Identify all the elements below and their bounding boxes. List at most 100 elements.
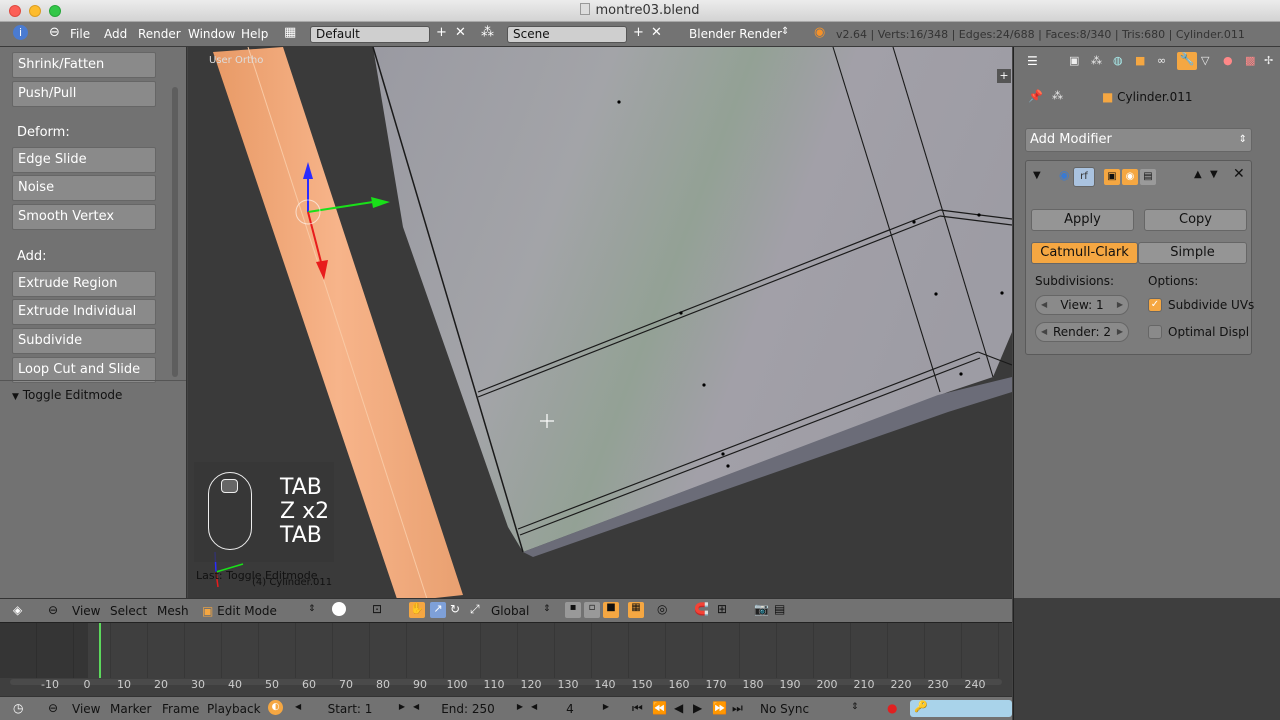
catmull-clark-button[interactable]: Catmull-Clark (1031, 242, 1138, 264)
copy-button[interactable]: Copy (1144, 209, 1247, 231)
keying-set-icon[interactable]: 🔑 (910, 700, 1012, 717)
menu-select[interactable]: Select (110, 604, 147, 618)
menu-playback[interactable]: Playback (207, 702, 261, 716)
orientation-select[interactable]: Global (491, 604, 529, 618)
tool-shelf-scrollbar[interactable] (172, 87, 178, 377)
record-icon[interactable]: ● (887, 701, 897, 715)
constraints-tab-icon[interactable]: ∞ (1157, 54, 1171, 68)
menu-marker[interactable]: Marker (110, 702, 151, 716)
snap-element-icon[interactable]: ⊞ (717, 602, 727, 616)
physics-tab-icon[interactable]: ✢ (1264, 54, 1278, 68)
screenshot-icon[interactable]: ▤ (774, 602, 785, 616)
scene-icon[interactable]: ⁂ (481, 25, 494, 40)
play-icon[interactable]: ▶ (693, 701, 702, 715)
screen-layout-icon[interactable]: ▦ (284, 25, 296, 40)
translate-icon[interactable]: ↗ (430, 602, 446, 618)
snap-toggle-icon[interactable]: 🧲 (694, 602, 709, 616)
menu-view[interactable]: View (72, 604, 100, 618)
view-levels-field[interactable]: ◀ View: 1 ▶ (1035, 295, 1129, 315)
subdivide-uvs-checkbox[interactable]: ✓ (1148, 298, 1162, 312)
edge-select-icon[interactable]: ▫ (584, 602, 600, 618)
push-pull-button[interactable]: Push/Pull (12, 81, 156, 107)
scene-field[interactable]: Scene (507, 26, 627, 43)
decrement-icon[interactable]: ◀ (531, 702, 537, 711)
add-region-icon[interactable]: + (997, 69, 1011, 83)
add-layout-icon[interactable]: + (436, 25, 447, 40)
collapse-menu-icon[interactable]: ⊖ (48, 603, 58, 617)
add-scene-icon[interactable]: + (633, 25, 644, 40)
noise-button[interactable]: Noise (12, 175, 156, 201)
pivot-icon[interactable]: ⊡ (372, 602, 382, 616)
increment-icon[interactable]: ▶ (603, 702, 609, 711)
sync-mode-select[interactable]: No Sync (760, 702, 809, 716)
timeline-editor[interactable]: -10 0 10 20 30 40 50 60 70 80 90 100 110 120 130 140 150… (0, 622, 1012, 696)
menu-mesh[interactable]: Mesh (157, 604, 189, 618)
editor-type-icon[interactable]: ◷ (13, 701, 23, 715)
texture-tab-icon[interactable]: ▩ (1245, 54, 1259, 68)
start-frame-field[interactable]: ◀ Start: 1 ▶ (295, 702, 405, 716)
shading-icon[interactable] (332, 602, 346, 616)
preview-range-icon[interactable]: ◐ (268, 700, 283, 715)
menu-file[interactable]: File (70, 27, 90, 41)
delete-layout-icon[interactable]: ✕ (455, 25, 466, 40)
rotate-icon[interactable]: ↻ (450, 602, 460, 616)
vertex-select-icon[interactable]: ▪ (565, 602, 581, 618)
proportional-edit-icon[interactable]: ◎ (657, 602, 667, 616)
viewport-toggle-icon[interactable]: ◉ (1122, 169, 1138, 185)
edge-slide-button[interactable]: Edge Slide (12, 147, 156, 173)
last-operator-panel[interactable]: ▼ Toggle Editmode (12, 388, 122, 402)
render-tab-icon[interactable]: ▣ (1069, 54, 1083, 68)
menu-window[interactable]: Window (188, 27, 235, 41)
current-frame-line[interactable] (99, 623, 101, 678)
manipulator-toggle[interactable]: ✋ (409, 602, 425, 618)
editmode-toggle-icon[interactable]: ▤ (1140, 169, 1156, 185)
shrink-fatten-button[interactable]: Shrink/Fatten (12, 52, 156, 78)
material-tab-icon[interactable]: ● (1223, 54, 1237, 68)
decrement-icon[interactable]: ◀ (413, 702, 419, 711)
menu-view[interactable]: View (72, 702, 100, 716)
modifiers-tab-icon[interactable]: 🔧 (1177, 52, 1197, 70)
modifier-name-field[interactable]: rf (1073, 167, 1095, 187)
increment-icon[interactable]: ▶ (1117, 296, 1123, 314)
render-preview-icon[interactable]: 📷 (754, 602, 769, 616)
increment-icon[interactable]: ▶ (399, 702, 405, 711)
face-select-icon[interactable]: ■ (603, 602, 619, 618)
extrude-region-button[interactable]: Extrude Region (12, 271, 156, 297)
play-reverse-icon[interactable]: ◀ (674, 701, 683, 715)
move-up-icon[interactable]: ▲ (1194, 169, 1202, 180)
jump-end-icon[interactable]: ⏭ (732, 701, 743, 716)
next-keyframe-icon[interactable]: ⏩ (712, 701, 727, 715)
decrement-icon[interactable]: ◀ (295, 702, 301, 711)
mode-select[interactable]: ▣ Edit Mode (202, 604, 277, 618)
remove-modifier-icon[interactable]: ✕ (1233, 166, 1245, 182)
subdivide-button[interactable]: Subdivide (12, 328, 156, 354)
scene-tab-icon[interactable]: ⁂ (1091, 54, 1105, 68)
data-tab-icon[interactable]: ▽ (1201, 54, 1215, 68)
current-frame-field[interactable]: ◀ 4 ▶ (531, 702, 609, 716)
menu-help[interactable]: Help (241, 27, 268, 41)
smooth-vertex-button[interactable]: Smooth Vertex (12, 204, 156, 230)
jump-start-icon[interactable]: ⏮ (632, 701, 643, 716)
extrude-individual-button[interactable]: Extrude Individual (12, 299, 156, 325)
collapse-menu-icon[interactable]: ⊖ (49, 25, 60, 40)
increment-icon[interactable]: ▶ (1117, 323, 1123, 341)
world-tab-icon[interactable]: ◍ (1113, 54, 1127, 68)
menu-add[interactable]: Add (104, 27, 127, 41)
limit-selection-icon[interactable]: ▦ (628, 602, 644, 618)
collapse-modifier-icon[interactable]: ▼ (1033, 170, 1041, 181)
object-tab-icon[interactable]: ■ (1135, 54, 1149, 68)
prev-keyframe-icon[interactable]: ⏪ (652, 701, 667, 715)
end-frame-field[interactable]: ◀ End: 250 ▶ (413, 702, 523, 716)
render-toggle-icon[interactable]: ▣ (1104, 169, 1120, 185)
decrement-icon[interactable]: ◀ (1041, 323, 1047, 341)
screen-layout-field[interactable]: Default (310, 26, 430, 43)
add-modifier-select[interactable]: Add Modifier ⇕ (1025, 128, 1252, 152)
optimal-display-checkbox[interactable] (1148, 325, 1162, 339)
scale-icon[interactable]: ⤢ (470, 602, 480, 617)
render-levels-field[interactable]: ◀ Render: 2 ▶ (1035, 322, 1129, 342)
menu-render[interactable]: Render (138, 27, 181, 41)
editor-type-icon[interactable]: ◈ (13, 603, 22, 617)
simple-button[interactable]: Simple (1138, 242, 1247, 264)
delete-scene-icon[interactable]: ✕ (651, 25, 662, 40)
increment-icon[interactable]: ▶ (517, 702, 523, 711)
